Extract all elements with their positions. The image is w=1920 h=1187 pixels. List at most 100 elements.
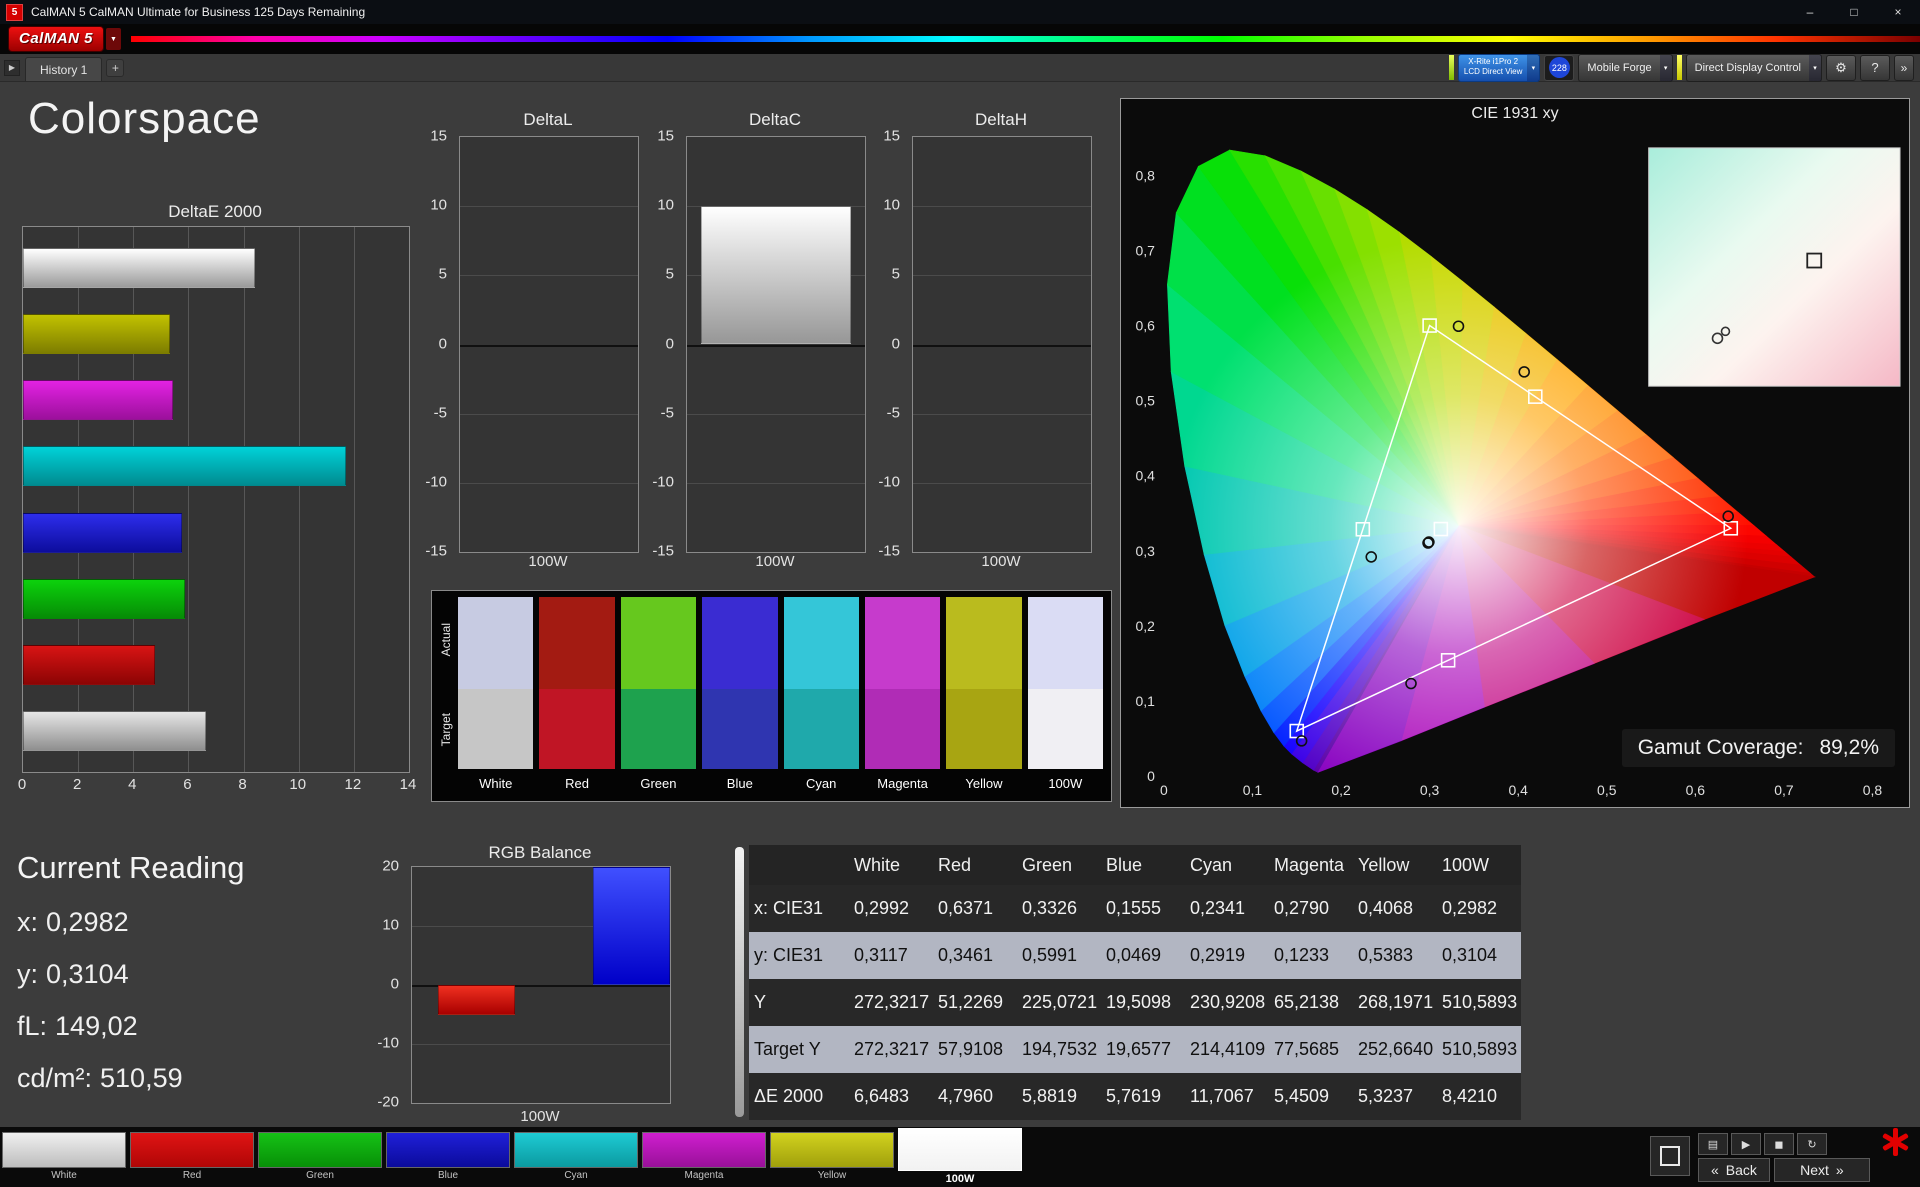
rgb-bar-blue <box>593 867 670 985</box>
display-control-button[interactable]: Direct Display Control ▾ <box>1686 54 1822 82</box>
tab-history-1[interactable]: History 1 <box>25 57 102 81</box>
cie-diagram-panel: 00,10,20,30,40,50,60,70,800,10,20,30,40,… <box>1120 98 1910 808</box>
axis-tick-label: 5 <box>892 266 900 283</box>
collapse-arrow-icon[interactable]: ▶ <box>4 60 20 76</box>
table-cell: 510,5893 <box>1437 979 1521 1026</box>
back-button[interactable]: « Back <box>1698 1158 1770 1182</box>
gridline <box>687 414 865 415</box>
x-axis-tick-label: 0,2 <box>1331 782 1351 798</box>
table-cell: 5,8819 <box>1017 1073 1101 1120</box>
table-cell: 0,2992 <box>849 885 933 932</box>
gridline <box>460 414 638 415</box>
meter-device-button[interactable]: X-Rite i1Pro 2 LCD Direct View ▾ <box>1458 54 1541 82</box>
gear-icon[interactable]: ⚙ <box>1826 55 1856 81</box>
pattern-window-button[interactable] <box>1650 1136 1690 1176</box>
table-header-cell: Red <box>933 845 1017 885</box>
swatch-column-yellow: Yellow <box>946 597 1021 801</box>
logo-menu-chevron-down-icon[interactable]: ▼ <box>106 28 121 50</box>
close-button[interactable]: × <box>1876 0 1920 24</box>
swatch-target <box>621 689 696 769</box>
nav-buttons: « Back Next » <box>1698 1158 1870 1182</box>
axis-tick-label: 10 <box>430 197 447 214</box>
patch-white[interactable]: White <box>2 1132 126 1187</box>
pattern-source-button[interactable]: Mobile Forge ▾ <box>1578 54 1672 82</box>
plot-area <box>459 136 639 553</box>
table-cell: 0,5383 <box>1353 932 1437 979</box>
refresh-button[interactable]: ↻ <box>1797 1133 1827 1155</box>
gridline <box>299 227 300 772</box>
logo-bar: CalMAN 5 ▼ <box>0 24 1920 54</box>
patch-magenta[interactable]: Magenta <box>642 1132 766 1187</box>
stop-button[interactable]: ◼ <box>1764 1133 1794 1155</box>
rgb-balance-plot <box>411 866 671 1104</box>
table-cell: 77,5685 <box>1269 1026 1353 1073</box>
display-pattern-button[interactable]: ▤ <box>1698 1133 1728 1155</box>
current-reading-title: Current Reading <box>17 850 244 886</box>
axis-tick-label: -10 <box>377 1035 399 1052</box>
axis-tick-label: 0 <box>666 335 674 352</box>
patch-cyan[interactable]: Cyan <box>514 1132 638 1187</box>
next-button[interactable]: Next » <box>1774 1158 1870 1182</box>
axis-tick-label: 4 <box>128 776 136 793</box>
x-axis-label: 100W <box>686 553 864 570</box>
table-cell: 510,5893 <box>1437 1026 1521 1073</box>
patch-label: Magenta <box>642 1168 766 1184</box>
swatch-column-red: Red <box>539 597 614 801</box>
x-axis-tick-label: 0,5 <box>1597 782 1617 798</box>
read-count-button[interactable]: 228 <box>1544 55 1574 81</box>
calman-logo[interactable]: CalMAN 5 <box>8 26 104 52</box>
axis-tick-label: 6 <box>183 776 191 793</box>
swatch-column-magenta: Magenta <box>865 597 940 801</box>
patch-green[interactable]: Green <box>258 1132 382 1187</box>
table-cell: 4,7960 <box>933 1073 1017 1120</box>
table-header-cell: Blue <box>1101 845 1185 885</box>
gridline <box>913 275 1091 276</box>
y-axis: 151050-5-10-15 <box>642 136 680 551</box>
zero-line <box>913 345 1091 347</box>
table-row-label: Target Y <box>749 1026 849 1073</box>
swatch-column-100w: 100W <box>1028 597 1103 801</box>
rainbow-gradient-bar <box>131 36 1920 42</box>
swatch-label: White <box>458 769 533 797</box>
axis-tick-label: -15 <box>425 543 447 560</box>
table-cell: 252,6640 <box>1353 1026 1437 1073</box>
table-cell: 0,4068 <box>1353 885 1437 932</box>
delta-bar <box>701 206 851 344</box>
table-header-cell: Magenta <box>1269 845 1353 885</box>
play-button[interactable]: ▶ <box>1731 1133 1761 1155</box>
patch-label: Green <box>258 1168 382 1184</box>
device-toolbar: X-Rite i1Pro 2 LCD Direct View ▾ 228 Mob… <box>1449 54 1920 82</box>
gridline <box>913 206 1091 207</box>
patch-red[interactable]: Red <box>130 1132 254 1187</box>
meter-line1: X-Rite i1Pro 2 <box>1464 57 1523 67</box>
patch-100w[interactable]: 100W <box>898 1132 1022 1187</box>
table-header-cell: Green <box>1017 845 1101 885</box>
y-axis-tick-label: 0,2 <box>1136 618 1156 634</box>
axis-tick-label: 8 <box>238 776 246 793</box>
x-axis-label: 100W <box>912 553 1090 570</box>
patch-label: White <box>2 1168 126 1184</box>
table-cell: 225,0721 <box>1017 979 1101 1026</box>
next-chevrons-icon: » <box>1836 1162 1844 1178</box>
deltae-bar-blue <box>23 513 182 553</box>
table-scrollbar[interactable] <box>735 847 744 1117</box>
table-row-label: y: CIE31 <box>749 932 849 979</box>
swatch-target <box>458 689 533 769</box>
axis-tick-label: -15 <box>878 543 900 560</box>
minimize-button[interactable]: – <box>1788 0 1832 24</box>
patch-yellow[interactable]: Yellow <box>770 1132 894 1187</box>
zero-line <box>460 345 638 347</box>
patch-blue[interactable]: Blue <box>386 1132 510 1187</box>
axis-tick-label: -10 <box>425 473 447 490</box>
chevron-right-icon[interactable]: » <box>1894 55 1914 81</box>
chevron-down-icon: ▾ <box>1660 55 1672 81</box>
zero-line <box>687 345 865 347</box>
add-tab-button[interactable]: + <box>106 59 124 77</box>
axis-tick-label: 10 <box>883 197 900 214</box>
reading-x: x:0,2982 <box>17 896 183 948</box>
maximize-button[interactable]: □ <box>1832 0 1876 24</box>
table-cell: 0,3326 <box>1017 885 1101 932</box>
help-button[interactable]: ? <box>1860 55 1890 81</box>
x-axis-label: 100W <box>459 553 637 570</box>
x-axis-tick-label: 0,8 <box>1863 782 1883 798</box>
